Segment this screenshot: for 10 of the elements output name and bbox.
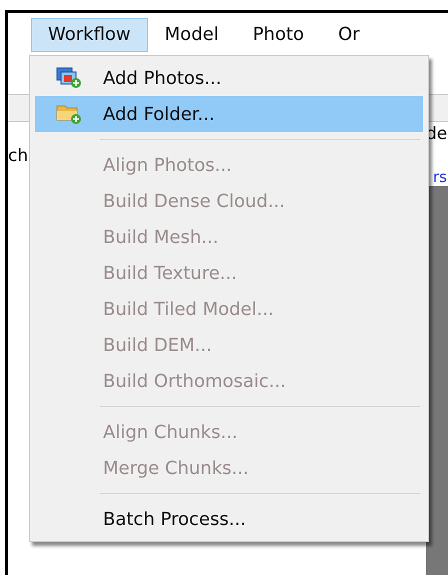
menu-bar-item[interactable]: Or <box>321 18 377 52</box>
menu-item[interactable]: Batch Process... <box>35 501 423 537</box>
menu-bar-item[interactable]: Workflow <box>31 18 148 52</box>
menu-item[interactable]: Add Photos... <box>35 60 423 96</box>
photos-add-icon <box>56 67 82 89</box>
menu-bar-item[interactable]: Photo <box>236 18 322 52</box>
folder-add-icon <box>56 103 82 125</box>
text-fragment: ch <box>8 146 28 166</box>
menu-bar-item[interactable]: Model <box>148 18 236 52</box>
menu-item[interactable]: Add Folder... <box>35 96 423 132</box>
